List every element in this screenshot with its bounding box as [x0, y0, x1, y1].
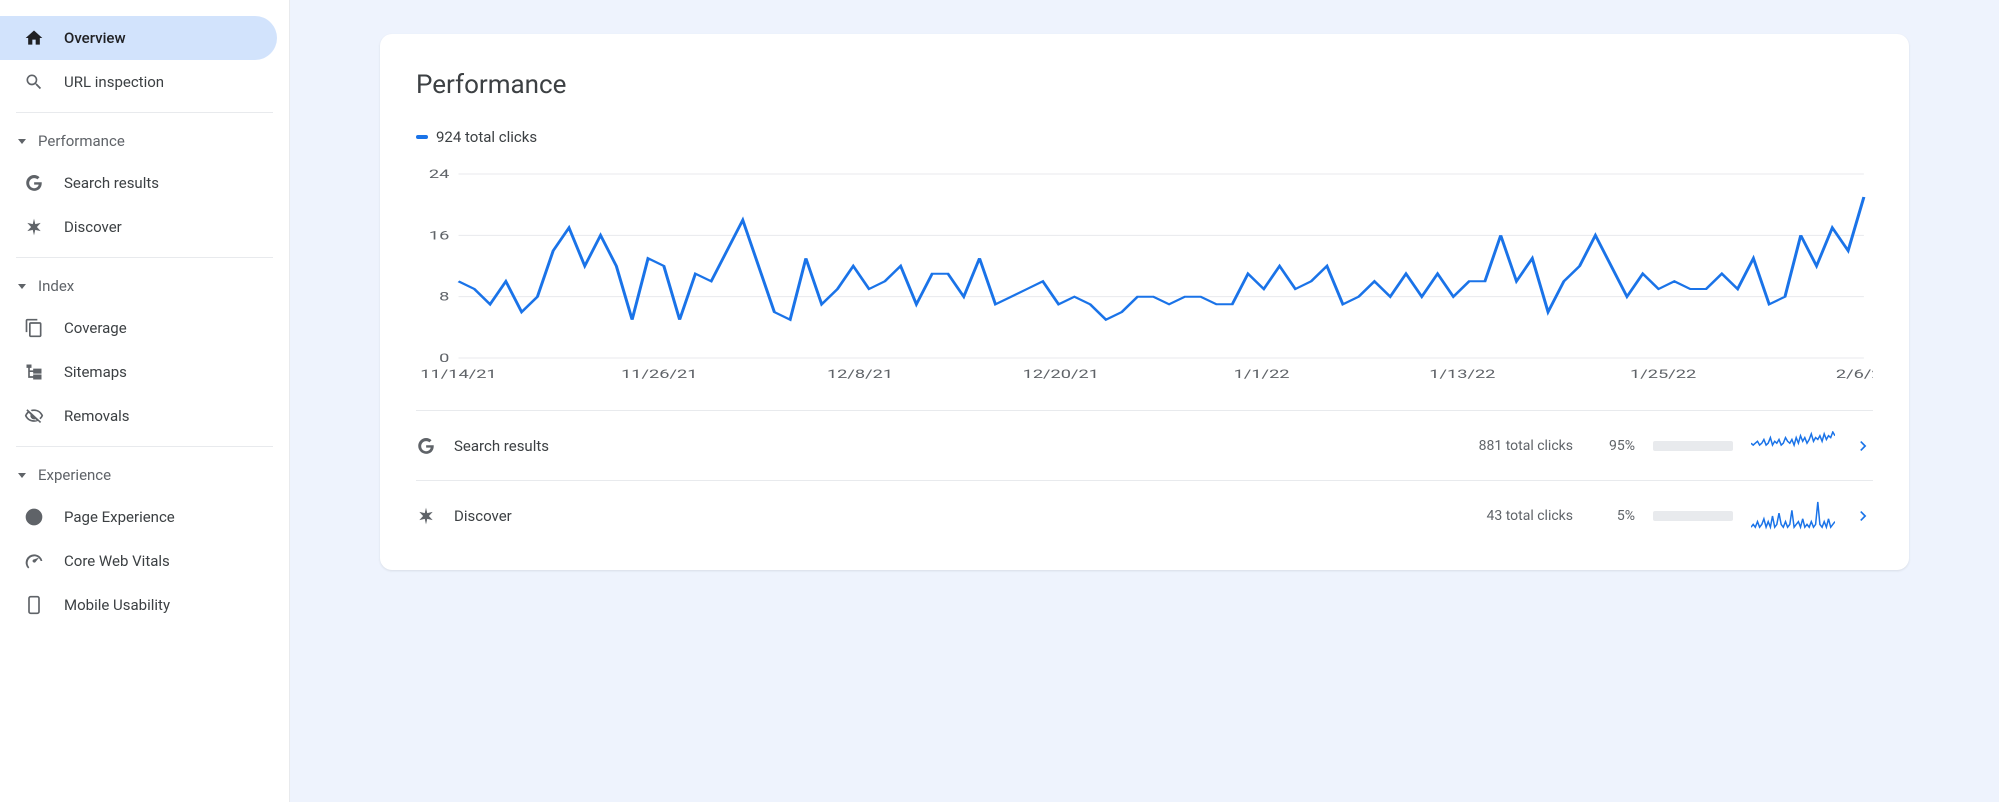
sidebar-item-mobile-usability[interactable]: Mobile Usability: [0, 583, 277, 627]
row-bar: [1653, 511, 1733, 521]
sidebar-item-core-web-vitals[interactable]: Core Web Vitals: [0, 539, 277, 583]
row-label: Discover: [454, 507, 694, 525]
row-bar: [1653, 441, 1733, 451]
svg-text:2/6/22: 2/6/22: [1836, 367, 1873, 381]
section-label: Experience: [38, 466, 111, 484]
svg-text:24: 24: [429, 167, 450, 181]
asterisk-icon: [416, 506, 436, 526]
svg-text:1/25/22: 1/25/22: [1630, 367, 1697, 381]
mobile-icon: [24, 595, 44, 615]
chevron-down-icon: [18, 284, 26, 289]
sidebar-item-page-experience[interactable]: Page Experience: [0, 495, 277, 539]
sidebar: Overview URL inspection Performance Sear…: [0, 0, 290, 802]
home-icon: [24, 28, 44, 48]
divider: [16, 112, 273, 113]
svg-text:1/13/22: 1/13/22: [1429, 367, 1496, 381]
sidebar-item-label: Sitemaps: [64, 363, 127, 381]
svg-text:11/26/21: 11/26/21: [621, 367, 697, 381]
divider: [16, 446, 273, 447]
tree-icon: [24, 362, 44, 382]
svg-text:16: 16: [429, 228, 449, 242]
chevron-down-icon: [18, 139, 26, 144]
sidebar-item-discover[interactable]: Discover: [0, 205, 277, 249]
sidebar-item-label: Mobile Usability: [64, 596, 170, 614]
google-g-icon: [416, 436, 436, 456]
sidebar-item-coverage[interactable]: Coverage: [0, 306, 277, 350]
sidebar-item-removals[interactable]: Removals: [0, 394, 277, 438]
sidebar-item-label: Search results: [64, 174, 159, 192]
sidebar-item-label: Coverage: [64, 319, 127, 337]
sidebar-item-url-inspection[interactable]: URL inspection: [0, 60, 277, 104]
row-clicks: 43 total clicks: [1433, 508, 1573, 524]
sidebar-section-experience[interactable]: Experience: [0, 455, 289, 495]
row-label: Search results: [454, 437, 694, 455]
chevron-down-icon: [18, 473, 26, 478]
copy-icon: [24, 318, 44, 338]
row-clicks: 881 total clicks: [1433, 438, 1573, 454]
row-search-results[interactable]: Search results 881 total clicks 95%: [416, 410, 1873, 480]
legend-label: 924 total clicks: [436, 128, 537, 146]
eye-off-icon: [24, 406, 44, 426]
divider: [16, 257, 273, 258]
sidebar-section-performance[interactable]: Performance: [0, 121, 289, 161]
section-label: Performance: [38, 132, 125, 150]
sidebar-item-search-results[interactable]: Search results: [0, 161, 277, 205]
sparkline: [1751, 501, 1835, 531]
sidebar-item-label: Overview: [64, 29, 126, 47]
sidebar-item-label: Discover: [64, 218, 122, 236]
sidebar-item-label: URL inspection: [64, 73, 164, 91]
sidebar-item-label: Page Experience: [64, 508, 175, 526]
asterisk-icon: [24, 217, 44, 237]
chart-legend: 924 total clicks: [416, 128, 1873, 146]
legend-swatch: [416, 135, 428, 139]
performance-chart[interactable]: 0 8 16 24 11/14/21 11/26/21 12/8/21 12/20/21 1/1…: [416, 164, 1873, 384]
circle-plus-icon: [24, 507, 44, 527]
svg-text:1/1/22: 1/1/22: [1234, 367, 1290, 381]
google-g-icon: [24, 173, 44, 193]
chevron-right-icon: [1853, 436, 1873, 456]
sidebar-item-label: Core Web Vitals: [64, 552, 170, 570]
svg-text:8: 8: [439, 290, 449, 304]
svg-text:11/14/21: 11/14/21: [420, 367, 496, 381]
speedometer-icon: [24, 551, 44, 571]
search-icon: [24, 72, 44, 92]
sidebar-item-sitemaps[interactable]: Sitemaps: [0, 350, 277, 394]
svg-text:12/20/21: 12/20/21: [1023, 367, 1099, 381]
chevron-right-icon: [1853, 506, 1873, 526]
sidebar-section-index[interactable]: Index: [0, 266, 289, 306]
main-content: Performance 924 total clicks 0 8 16 24 11/14…: [290, 0, 1999, 802]
sidebar-item-overview[interactable]: Overview: [0, 16, 277, 60]
row-pct: 95%: [1591, 438, 1635, 454]
section-label: Index: [38, 277, 74, 295]
row-discover[interactable]: Discover 43 total clicks 5%: [416, 480, 1873, 550]
row-pct: 5%: [1591, 508, 1635, 524]
sidebar-item-label: Removals: [64, 407, 130, 425]
svg-text:12/8/21: 12/8/21: [827, 367, 893, 381]
sparkline: [1751, 431, 1835, 461]
performance-card: Performance 924 total clicks 0 8 16 24 11/14…: [380, 34, 1909, 570]
svg-text:0: 0: [439, 351, 449, 365]
card-title: Performance: [416, 70, 1873, 100]
